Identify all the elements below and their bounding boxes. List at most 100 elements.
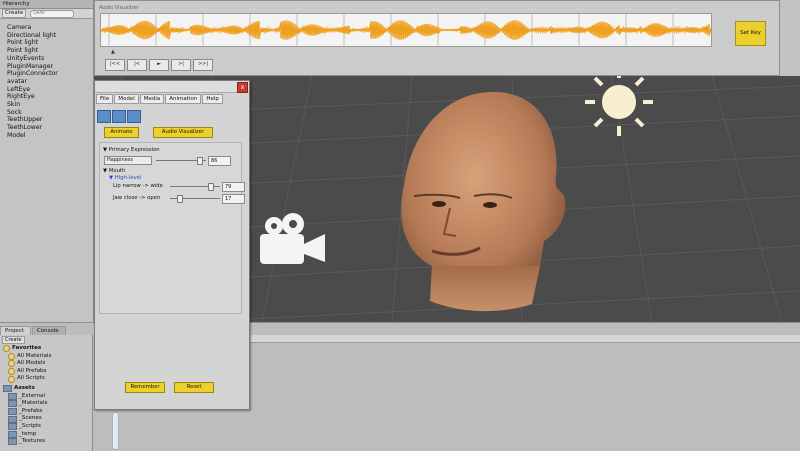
primary-expression-label[interactable]: ▼ Primary Expression [103,147,160,153]
lip-slider-thumb[interactable] [207,183,214,191]
window-title: Audio Visualizer [99,5,139,11]
expression-dropdown[interactable]: Happiness [104,156,152,165]
hierarchy-item[interactable]: PluginConnector [7,70,93,78]
people-icon[interactable] [127,110,141,123]
hierarchy-panel: Hierarchy Create Q▾All Camera Directional… [0,0,94,322]
go-end-button[interactable]: >>| [193,59,213,71]
create-button[interactable]: Create [2,9,27,18]
high-level-label[interactable]: ▼ High-level [109,175,141,181]
bottom-tabs: Project Console [0,326,67,335]
search-icon [8,352,15,360]
project-tree: Create Favorites All Materials All Models… [0,335,93,451]
asset-folder-label: _temp [19,430,37,437]
asset-folder-item[interactable]: _External [8,393,92,401]
hierarchy-item[interactable]: Model [7,132,93,140]
favorite-label: All Models [17,360,46,367]
set-key-button[interactable]: Set Key [735,21,766,46]
asset-folder-label: _Scenes [19,415,42,422]
play-button[interactable]: ► [149,59,169,71]
waveform-path [101,20,711,40]
panel-titlebar[interactable] [95,81,249,93]
hierarchy-item[interactable]: PluginManager [7,63,93,71]
expression-section: ▼ Primary Expression Happiness 86 ▼ Mout… [99,142,245,314]
asset-folder-item[interactable]: _Prefabs [8,408,92,416]
tab-project[interactable]: Project [0,326,31,335]
hierarchy-list: Camera Directional light Point light Point … [0,24,93,140]
lip-value-field[interactable]: 79 [222,182,245,192]
audio-visualizer-button[interactable]: Audio Visualizer [153,127,213,138]
folder-icon [8,430,17,438]
folder-icon [8,400,17,408]
hierarchy-toolbar: Create Q▾All [0,9,93,19]
asset-folder-item[interactable]: _Textures [8,438,92,446]
favorite-label: All Prefabs [17,367,47,374]
folder-icon [3,385,12,393]
playhead-marker[interactable]: ▲ [111,49,119,55]
waveform[interactable] [100,13,712,47]
close-button[interactable]: x [237,82,248,93]
audio-visualizer-window: Audio Visualizer ▲ |<< |< ► >| >>| Set K… [94,0,780,76]
reset-button[interactable]: Reset [174,382,214,393]
menu-media[interactable]: Media [139,94,165,104]
folder-icon [8,408,17,416]
expression-panel: x File Model Media Animation Help Animat… [94,80,250,410]
search-icon [8,375,15,383]
folder-icon [8,438,17,446]
favorite-item[interactable]: All Models [8,360,92,368]
folder-icon [8,423,17,431]
asset-folder-item[interactable]: _Materials [8,400,92,408]
project-create-button[interactable]: Create [2,336,25,344]
search-icon [8,360,15,368]
folder-icon [8,415,17,423]
asset-folder-item[interactable]: _temp [8,431,92,439]
favorite-item[interactable]: All Materials [8,353,92,361]
waveform-svg [101,14,711,46]
hierarchy-item[interactable]: TeethUpper [7,116,93,124]
vertical-scrollbar[interactable] [112,412,119,450]
panel-menu: File Model Media Animation Help [96,94,224,104]
prev-button[interactable]: |< [127,59,147,71]
head-icon[interactable] [112,110,126,123]
assets-root[interactable]: Assets [3,385,92,393]
animate-button[interactable]: Animate [104,127,139,138]
hierarchy-item[interactable]: UnityEvents [7,55,93,63]
asset-folder-item[interactable]: _Scripts [8,423,92,431]
favorite-item[interactable]: All Scripts [8,375,92,383]
hierarchy-item[interactable]: Camera [7,24,93,32]
jaw-label: Jaw close -> open [113,195,161,201]
jaw-value-field[interactable]: 17 [222,194,245,204]
asset-folder-label: _Textures [19,438,46,445]
star-icon [3,345,10,353]
hierarchy-item[interactable]: Skin [7,101,93,109]
hierarchy-item[interactable]: RightEye [7,93,93,101]
asset-folder-label: _External [19,392,46,399]
hierarchy-item[interactable]: Sock [7,109,93,117]
menu-file[interactable]: File [96,94,114,104]
hierarchy-item[interactable]: TeethLower [7,124,93,132]
favorite-label: All Scripts [17,375,45,382]
asset-folder-item[interactable]: _Scenes [8,415,92,423]
menu-animation[interactable]: Animation [165,94,202,104]
menu-model[interactable]: Model [114,94,139,104]
favorite-item[interactable]: All Prefabs [8,368,92,376]
hierarchy-item[interactable]: Directional light [7,32,93,40]
folder-icon [8,392,17,400]
camera-icon[interactable] [97,110,111,123]
hierarchy-item[interactable]: avatar [7,78,93,86]
project-toolbar [248,335,800,343]
expression-value-field[interactable]: 86 [208,156,231,166]
hierarchy-item[interactable]: Point light [7,47,93,55]
hierarchy-item[interactable]: LeftEye [7,86,93,94]
search-input[interactable]: Q▾All [30,9,75,18]
expression-slider-thumb[interactable] [197,157,203,165]
hierarchy-item[interactable]: Point light [7,39,93,47]
favorites-root[interactable]: Favorites [3,345,92,353]
go-start-button[interactable]: |<< [105,59,125,71]
tab-console[interactable]: Console [31,326,66,335]
remember-button[interactable]: Remember [125,382,165,393]
jaw-slider-thumb[interactable] [176,195,183,203]
mouth-label[interactable]: ▼ Mouth [103,168,125,174]
next-button[interactable]: >| [171,59,191,71]
hierarchy-tab[interactable]: Hierarchy [0,0,93,9]
menu-help[interactable]: Help [202,94,223,104]
